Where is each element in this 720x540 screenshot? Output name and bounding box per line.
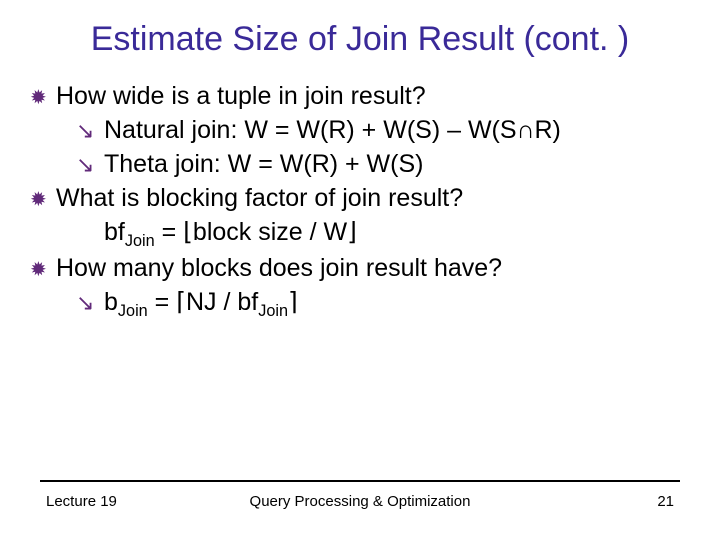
subscript: Join [125, 232, 155, 250]
bullet-text: What is blocking factor of join result? [56, 182, 690, 216]
bullet-text: How wide is a tuple in join result? [56, 80, 690, 114]
bullet-text: bJoin = ⌈NJ / bfJoin⌉ [104, 286, 298, 323]
bullet-text: bfJoin = ⌊block size / W⌋ [104, 216, 357, 253]
text-run: ⌉ [288, 288, 298, 316]
subscript: Join [258, 302, 288, 320]
bullet-level1: ✹ What is blocking factor of join result… [30, 182, 690, 216]
burst-icon: ✹ [30, 184, 56, 216]
burst-icon: ✹ [30, 82, 56, 114]
footer-page-number: 21 [657, 493, 674, 510]
slide-body: ✹ How wide is a tuple in join result? ↘ … [30, 80, 690, 323]
bullet-level2: bfJoin = ⌊block size / W⌋ [30, 216, 690, 253]
slide-title: Estimate Size of Join Result (cont. ) [0, 20, 720, 59]
burst-icon: ✹ [30, 254, 56, 286]
bullet-level1: ✹ How many blocks does join result have? [30, 252, 690, 286]
bullet-text: How many blocks does join result have? [56, 252, 690, 286]
text-run: = ⌈NJ / bf [148, 288, 259, 316]
bullet-level2: ↘ Natural join: W = W(R) + W(S) – W(S∩R) [30, 114, 690, 148]
bullet-text: Theta join: W = W(R) + W(S) [104, 148, 423, 182]
text-run: = ⌊block size / W⌋ [155, 218, 357, 246]
bullet-level2: ↘ bJoin = ⌈NJ / bfJoin⌉ [30, 286, 690, 323]
text-run: bf [104, 218, 125, 246]
bullet-text: Natural join: W = W(R) + W(S) – W(S∩R) [104, 114, 561, 148]
slide: Estimate Size of Join Result (cont. ) ✹ … [0, 0, 720, 540]
bullet-level2: ↘ Theta join: W = W(R) + W(S) [30, 148, 690, 182]
footer: Lecture 19 Query Processing & Optimizati… [0, 486, 720, 510]
arrow-icon: ↘ [76, 116, 104, 146]
footer-divider [40, 480, 680, 482]
arrow-icon: ↘ [76, 150, 104, 180]
arrow-icon: ↘ [76, 288, 104, 318]
footer-center: Query Processing & Optimization [0, 493, 720, 510]
bullet-level1: ✹ How wide is a tuple in join result? [30, 80, 690, 114]
text-run: b [104, 288, 118, 316]
subscript: Join [118, 302, 148, 320]
